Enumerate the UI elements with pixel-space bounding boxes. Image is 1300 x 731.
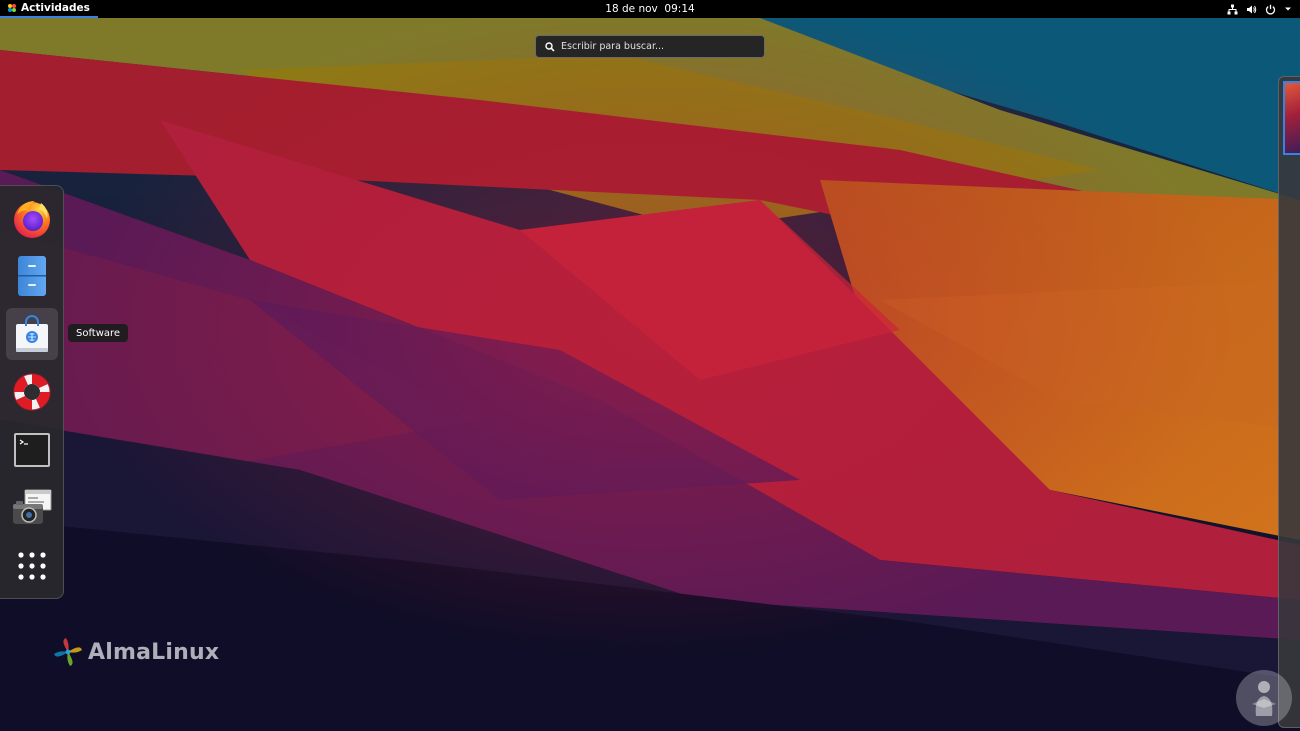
almalinux-logo-text: AlmaLinux — [88, 639, 220, 665]
almalinux-icon — [8, 4, 16, 12]
workspace-switcher — [1278, 76, 1300, 728]
power-icon[interactable] — [1265, 4, 1276, 15]
almalinux-logo: AlmaLinux — [52, 636, 219, 668]
search-input[interactable] — [561, 41, 751, 52]
dash-item-firefox[interactable] — [6, 192, 58, 244]
dash — [0, 185, 64, 599]
chevron-down-icon[interactable] — [1284, 5, 1292, 13]
clock: 18 de nov 09:14 — [0, 0, 1300, 18]
file-cabinet-icon — [18, 256, 46, 296]
show-applications-button[interactable] — [6, 540, 58, 592]
datetime-button[interactable]: 18 de nov 09:14 — [605, 3, 694, 15]
terminal-icon — [14, 433, 50, 467]
almalinux-logo-icon — [54, 638, 82, 666]
desktop-wallpaper — [0, 0, 1300, 731]
network-icon[interactable] — [1227, 4, 1238, 15]
dash-item-files[interactable] — [6, 250, 58, 302]
volume-icon[interactable] — [1246, 4, 1257, 15]
dash-item-software[interactable] — [6, 308, 58, 360]
firefox-icon — [14, 201, 50, 238]
activities-button[interactable]: Actividades — [0, 0, 98, 18]
shopping-bag-icon — [16, 315, 48, 352]
dash-tooltip: Software — [68, 324, 129, 342]
search-icon — [545, 41, 555, 52]
top-bar: Actividades 18 de nov 09:14 — [0, 0, 1300, 18]
camera-icon — [13, 489, 52, 524]
dash-item-screenshot[interactable] — [6, 482, 58, 534]
dash-item-terminal[interactable] — [6, 424, 58, 476]
workspace-thumbnail[interactable] — [1283, 81, 1300, 155]
activities-label: Actividades — [21, 2, 90, 14]
watermark-badge-icon — [1236, 670, 1292, 726]
system-tray[interactable] — [1227, 0, 1292, 18]
lifebuoy-icon — [13, 373, 51, 411]
dash-item-help[interactable] — [6, 366, 58, 418]
search-box[interactable] — [535, 35, 765, 58]
app-grid-icon — [18, 552, 46, 580]
